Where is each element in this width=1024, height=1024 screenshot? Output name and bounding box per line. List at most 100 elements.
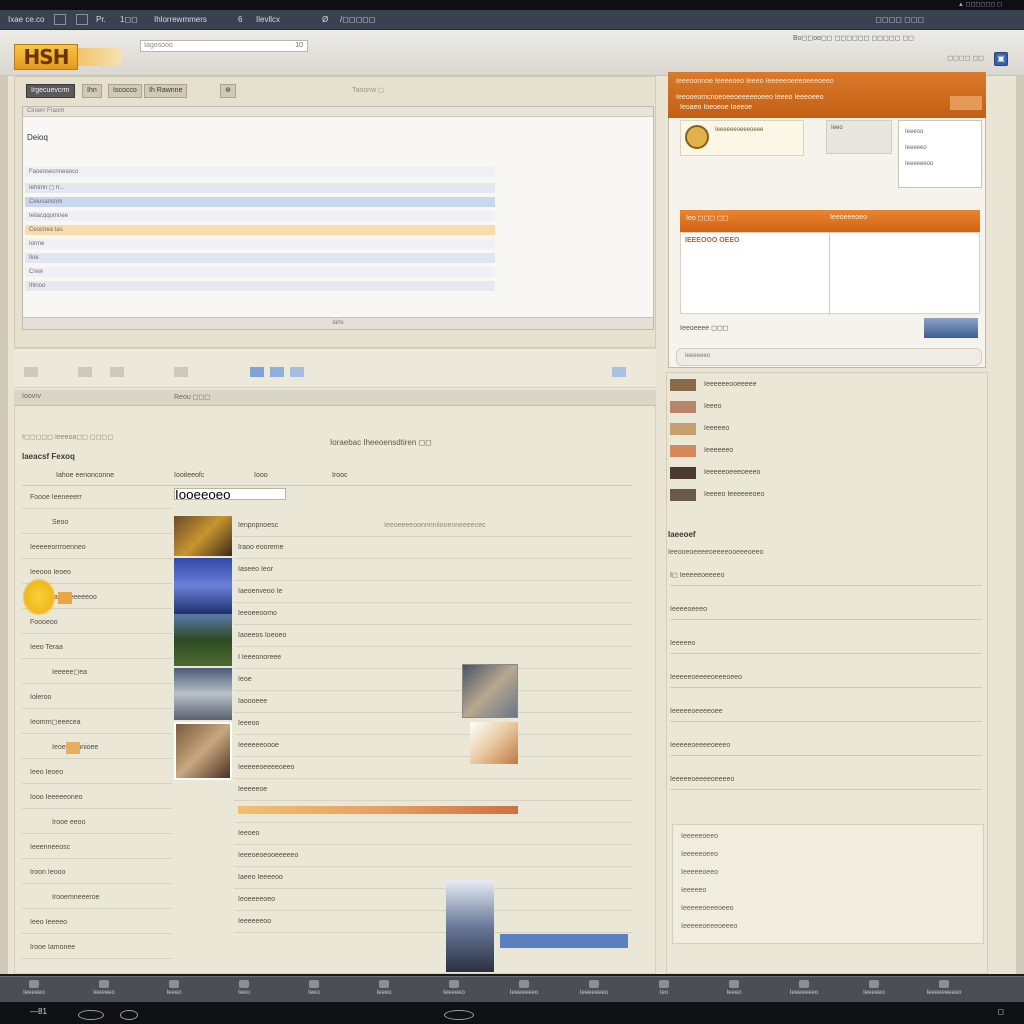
taskbar-item[interactable]: Ieo xyxy=(640,980,688,996)
right-panel-input[interactable]: Ieeeeeeo xyxy=(676,348,982,366)
table-row[interactable]: Ieeeoeoeooeeeeeo xyxy=(234,846,632,867)
list-item[interactable]: Ieeeeeoeeeeoeeeo xyxy=(670,736,982,756)
table-row[interactable]: Ieeoeo xyxy=(234,824,632,845)
header-action-button[interactable] xyxy=(950,96,982,110)
list-item[interactable]: Ceiusansnm xyxy=(25,197,495,207)
taskbar-item[interactable]: Ieeeo xyxy=(360,980,408,996)
list-item[interactable]: Ieomrn◻eeecea xyxy=(22,713,172,734)
table-row[interactable]: Iaeeo Ieeeeoo xyxy=(234,868,632,889)
tab-circle-icon[interactable]: Ø xyxy=(318,13,332,27)
tab-reviewers[interactable]: Ihlorrewmmers xyxy=(150,13,211,27)
header-links[interactable]: Bo◻◻oo◻◻ ◻◻◻◻◻◻ ◻◻◻◻◻ ◻◻ xyxy=(793,34,914,42)
table-row[interactable]: Iaeoenveoo Ie xyxy=(234,582,632,603)
list-item[interactable]: Ieeeeeoeeeoeeeo xyxy=(670,464,980,482)
list-item[interactable]: Iorme xyxy=(25,239,495,249)
strip-icon[interactable] xyxy=(110,367,124,377)
table-row[interactable]: Ienpnpnoesc Ieeoeeeeoonnnniiooenneeeecec xyxy=(234,516,632,537)
list-item[interactable]: Ieoeeeonnioee xyxy=(22,738,172,759)
result-thumbnail[interactable] xyxy=(174,668,232,720)
table-row[interactable]: I Ieeeonoreee xyxy=(234,648,632,669)
list-item[interactable]: Ieeeeeoeeeeoeeeeo xyxy=(670,770,982,790)
tab-last[interactable]: /◻◻◻◻◻ xyxy=(336,13,379,27)
image-card[interactable]: Ieeo xyxy=(826,120,892,154)
tab-6[interactable]: 6 xyxy=(234,13,246,27)
taskbar-item[interactable]: Ieeeeeeeo xyxy=(780,980,828,996)
table-row[interactable]: Ieeeeeoeeeeoeeo xyxy=(234,758,632,779)
tab-pr[interactable]: Pr. xyxy=(92,13,110,27)
oval-button[interactable] xyxy=(78,1010,104,1020)
toolbar-button[interactable]: Ih Rawnne xyxy=(144,84,188,98)
list-item[interactable]: Foooe Ieeneeerr xyxy=(22,488,172,509)
taskbar-item[interactable]: Ieeeeeo xyxy=(430,980,478,996)
table-row[interactable]: Ieoe xyxy=(234,670,632,691)
table-row[interactable]: Ieeeeeoe xyxy=(234,780,632,801)
list-item[interactable]: Ieeeeeeo xyxy=(670,442,980,460)
list-item[interactable]: Ieeenneeosc xyxy=(22,838,172,859)
table-row[interactable]: Ieeeeeeoooe xyxy=(234,736,632,757)
toolbar-button[interactable]: Iscocco xyxy=(108,84,142,98)
header-links-secondary[interactable]: ◻◻◻◻ ◻◻ xyxy=(947,54,984,62)
preview-image[interactable] xyxy=(462,664,518,718)
tabbar-right-items[interactable]: ◻◻◻◻ ◻◻◻ xyxy=(875,13,924,27)
list-item[interactable]: Irooemneeeroe xyxy=(22,888,172,909)
table-row[interactable]: Ieeeoo xyxy=(234,714,632,735)
home-button[interactable] xyxy=(444,1010,474,1020)
table-row[interactable]: Iaseeo Ieor xyxy=(234,560,632,581)
list-item[interactable]: Ieeo Ieoeo xyxy=(22,763,172,784)
list-item[interactable]: Ieeeo xyxy=(670,398,980,416)
profile-card[interactable]: Ieeeeeeoeeeoeee xyxy=(680,120,804,156)
list-item[interactable]: Irooe Iamonee xyxy=(22,938,172,959)
list-item[interactable]: Iooo Ieeeeeoneo xyxy=(22,788,172,809)
toolbar-button-primary[interactable]: Irgecuevcrm xyxy=(26,84,75,98)
preview-image[interactable] xyxy=(446,880,494,972)
table-row[interactable]: Iaoeeos Ioeoeo xyxy=(234,626,632,647)
list-item[interactable]: I◻ Ieeeeeoeeeeo xyxy=(670,566,982,586)
strip-icon[interactable] xyxy=(270,367,284,377)
list-item[interactable]: Irooe eeoo xyxy=(22,813,172,834)
list-item[interactable]: Faoeosecnneaoco xyxy=(25,167,495,177)
strip-icon[interactable] xyxy=(612,367,626,377)
tab-overview[interactable]: Ioovrv xyxy=(22,393,41,400)
taskbar-item[interactable]: Ieeeo xyxy=(710,980,758,996)
result-thumbnail[interactable] xyxy=(174,516,232,556)
toolbar-add-icon[interactable]: ⊕ xyxy=(220,84,236,98)
table-row[interactable]: Iraoo eooreme xyxy=(234,538,632,559)
strip-icon[interactable] xyxy=(290,367,304,377)
tab-home[interactable]: Ixae ce.co xyxy=(4,13,48,27)
list-item[interactable]: Ioleroo xyxy=(22,688,172,709)
list-item-selected[interactable]: Ceocnea tas xyxy=(25,225,495,235)
list-item[interactable]: Ieeeeeeooeeeee xyxy=(670,376,980,394)
list-item[interactable]: Ieeeeo Ieeeeeeoeo xyxy=(670,486,980,504)
footer-thumbnail[interactable] xyxy=(924,318,978,338)
taskbar-item[interactable]: Ieeo xyxy=(220,980,268,996)
list-item[interactable]: Seoo xyxy=(22,513,172,534)
search-go-button[interactable]: 10 xyxy=(295,41,303,51)
list-item[interactable]: Ieilacqqumnee xyxy=(25,211,495,221)
list-item[interactable]: Ieeeee◻ea xyxy=(22,663,172,684)
strip-icon[interactable] xyxy=(78,367,92,377)
result-thumbnail[interactable] xyxy=(174,558,232,614)
tab-icon-box[interactable] xyxy=(54,14,66,25)
result-thumbnail[interactable] xyxy=(174,614,232,666)
table-row[interactable]: Iaoooeee xyxy=(234,692,632,713)
list-item[interactable]: Ieeeeeo xyxy=(670,420,980,438)
result-thumbnail[interactable] xyxy=(174,722,232,780)
list-item[interactable]: Iloe xyxy=(25,253,495,263)
list-item[interactable]: Ieeeeeorrroenneo xyxy=(22,538,172,559)
table-row[interactable]: Ieeoeeoomo xyxy=(234,604,632,625)
taskbar-item[interactable]: Ieeeeeo xyxy=(80,980,128,996)
list-item[interactable]: Ieeo Ieeeeo xyxy=(22,913,172,934)
taskbar-item[interactable]: Ieeeo xyxy=(150,980,198,996)
list-item[interactable]: Ieeo Teraa xyxy=(22,638,172,659)
taskbar-item[interactable]: Ieeeeeo xyxy=(850,980,898,996)
list-item[interactable]: Ieeeeoeeeo xyxy=(670,600,982,620)
tab-levels[interactable]: Ilevllcx xyxy=(252,13,284,27)
taskbar-item[interactable]: Ieeeeeeeeeo xyxy=(920,980,968,996)
toolbar-button[interactable]: Ihn xyxy=(82,84,102,98)
search-input[interactable]: Iagosooo 10 xyxy=(140,40,308,52)
strip-icon[interactable] xyxy=(250,367,264,377)
preview-image[interactable] xyxy=(470,722,518,764)
taskbar-item[interactable]: Ieeo xyxy=(290,980,338,996)
table-row[interactable]: Ieoeeeeoeo xyxy=(234,890,632,911)
list-item[interactable]: Foooeoo xyxy=(22,613,172,634)
